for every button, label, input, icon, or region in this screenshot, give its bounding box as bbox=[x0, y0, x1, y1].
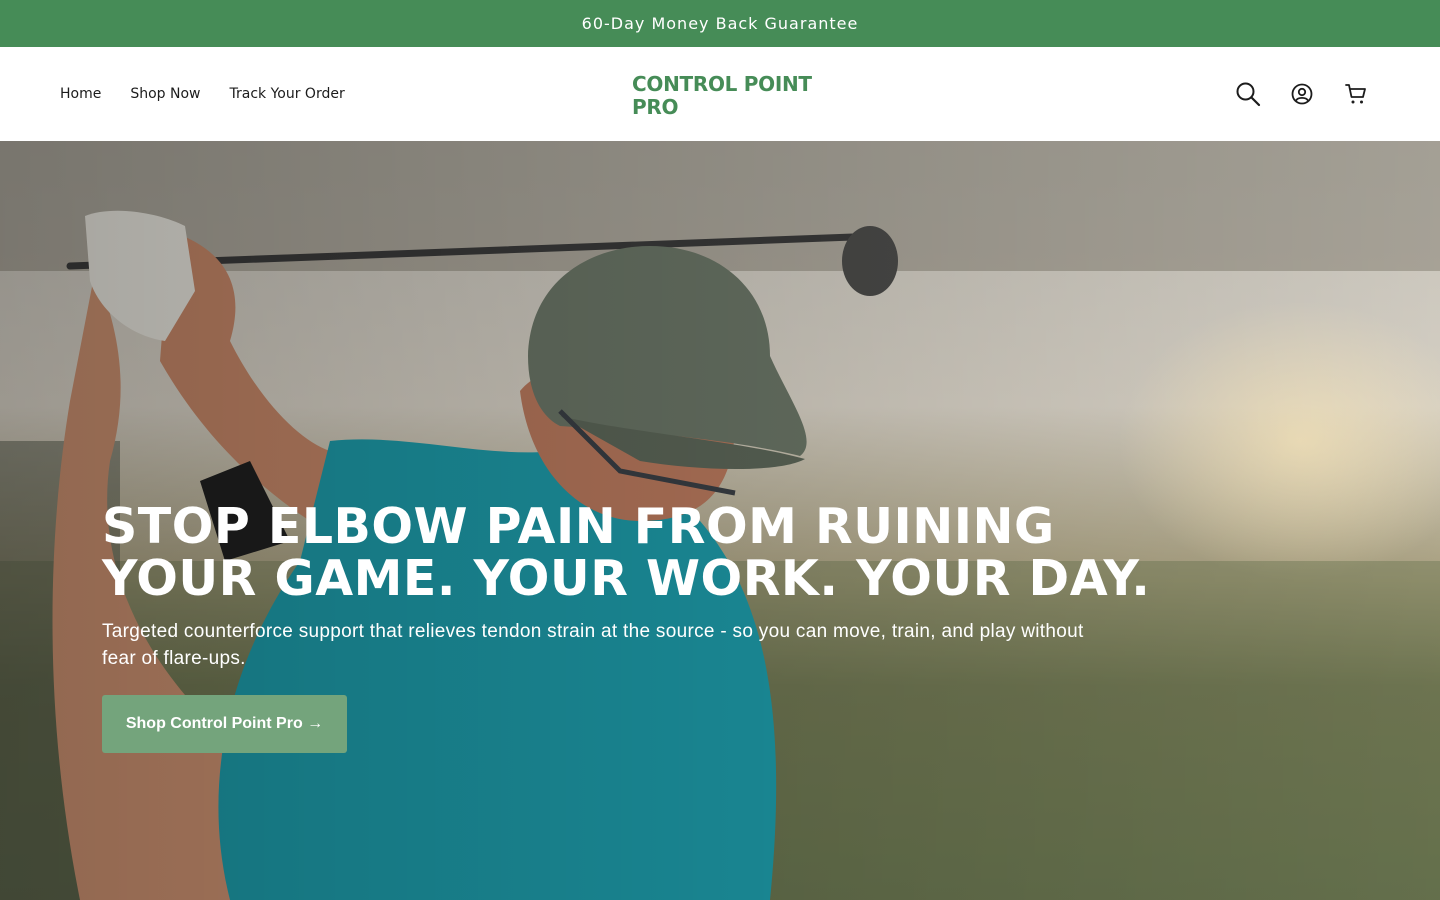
hero-title-line-1: STOP ELBOW PAIN FROM RUINING bbox=[102, 498, 1055, 555]
nav-item-home[interactable]: Home bbox=[60, 86, 101, 102]
search-icon[interactable] bbox=[1234, 80, 1262, 108]
cart-icon[interactable] bbox=[1342, 80, 1370, 108]
logo-line-1: CONTROL POINT bbox=[632, 72, 812, 96]
announcement-text: 60-Day Money Back Guarantee bbox=[581, 14, 859, 33]
nav-item-track-order[interactable]: Track Your Order bbox=[230, 86, 345, 102]
hero-title: STOP ELBOW PAIN FROM RUINING YOUR GAME. … bbox=[102, 501, 1202, 605]
site-header: Home Shop Now Track Your Order CONTROL P… bbox=[0, 47, 1440, 141]
shop-cta-button[interactable]: Shop Control Point Pro → bbox=[102, 695, 347, 753]
announcement-bar: 60-Day Money Back Guarantee bbox=[0, 0, 1440, 47]
header-icons bbox=[1234, 47, 1370, 141]
hero-title-line-2: YOUR GAME. YOUR WORK. YOUR DAY. bbox=[102, 550, 1151, 607]
nav-item-shop-now[interactable]: Shop Now bbox=[130, 86, 200, 102]
account-icon[interactable] bbox=[1288, 80, 1316, 108]
hero-section: STOP ELBOW PAIN FROM RUINING YOUR GAME. … bbox=[0, 141, 1440, 900]
hero-subtitle: Targeted counterforce support that relie… bbox=[102, 621, 1084, 669]
logo-line-2: PRO bbox=[632, 95, 679, 119]
main-nav: Home Shop Now Track Your Order bbox=[60, 47, 345, 141]
brand-logo[interactable]: CONTROL POINT PRO bbox=[632, 73, 832, 119]
